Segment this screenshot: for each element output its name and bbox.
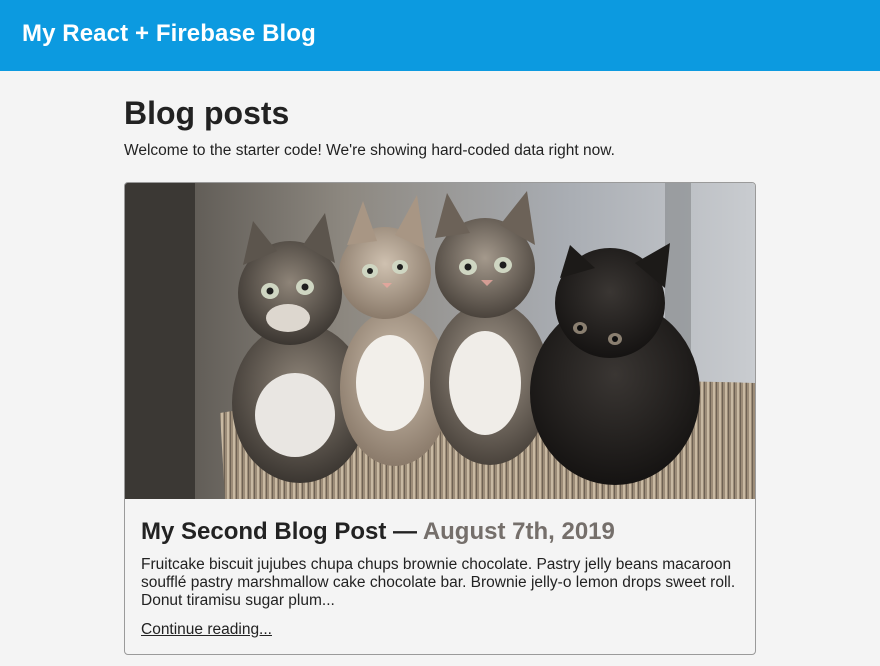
post-title-line: My Second Blog Post — August 7th, 2019 (141, 517, 615, 547)
continue-reading-link[interactable]: Continue reading... (141, 620, 272, 640)
page-intro: Welcome to the starter code! We're showi… (124, 142, 615, 159)
title-separator: — (386, 518, 423, 545)
post-image (125, 183, 755, 499)
app-header: My React + Firebase Blog (0, 0, 880, 71)
post-title: My Second Blog Post (141, 518, 387, 545)
post-card: My Second Blog Post — August 7th, 2019 F… (124, 182, 756, 655)
post-excerpt: Fruitcake biscuit jujubes chupa chups br… (141, 556, 736, 609)
post-date: August 7th, 2019 (422, 518, 615, 545)
app-title: My React + Firebase Blog (22, 20, 316, 47)
page-title: Blog posts (124, 95, 290, 131)
